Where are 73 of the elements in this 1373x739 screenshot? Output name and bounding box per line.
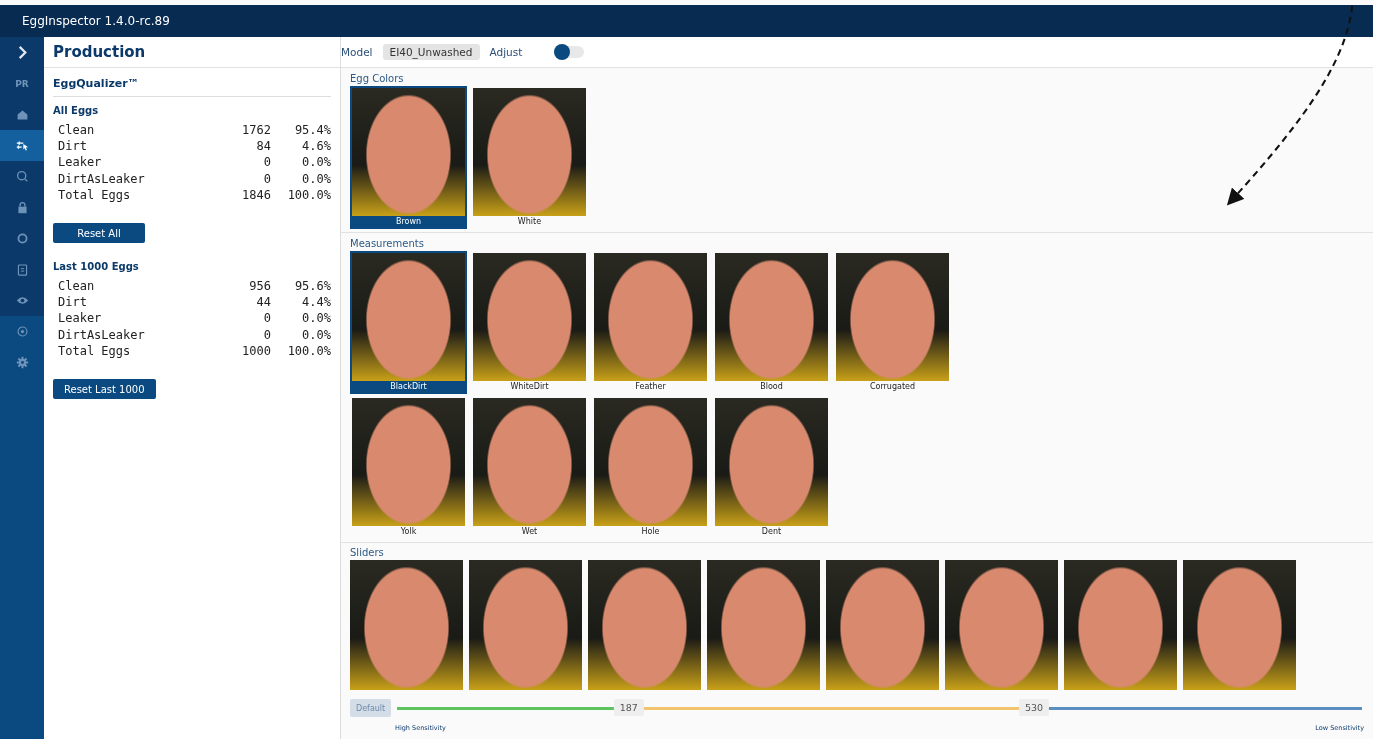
expand-nav-button[interactable] [0,37,44,68]
stat-count: 0 [262,326,271,343]
sliders-nav-button[interactable] [0,130,44,161]
egg-tile[interactable]: Blood [713,251,830,394]
egg-tile[interactable]: BlackDirt [350,251,467,394]
stat-label: Dirt [58,294,88,311]
sensitivity-slider[interactable]: 187 530 [397,698,1362,718]
home-nav-button[interactable] [0,99,44,130]
stat-label: Total Eggs [58,186,132,203]
stat-label: Dirt [58,138,88,155]
search-icon [15,170,29,183]
reset-button[interactable]: Reset All [53,223,145,243]
section-title: Measurements [350,238,425,249]
model-selector[interactable]: EI40_Unwashed [382,44,480,60]
stat-label: Total Eggs [58,342,132,360]
egg-tile[interactable]: Wet [471,396,588,539]
stat-label: Clean [58,278,96,295]
stat-percent: 0.0% [301,170,331,187]
stat-percent: 0.0% [301,326,331,343]
panel-subtitle: EggQualizer™ [53,68,331,97]
clipboard-icon [15,263,29,276]
stat-percent: 0.0% [301,310,331,327]
stat-percent: 4.4% [301,294,331,311]
egg-tile[interactable]: Feather [592,251,709,394]
reset-button[interactable]: Reset Last 1000 [53,379,156,400]
stat-count: 44 [255,294,271,311]
model-label: Model [341,46,373,58]
search-nav-button[interactable] [0,161,44,192]
stat-count: 1846 [241,186,271,203]
pr-nav-button[interactable]: PR [0,68,44,99]
stat-percent: 100.0% [286,342,331,360]
window-title: EggInspector 1.4.0-rc.89 [22,14,170,28]
stat-percent: 4.6% [301,138,331,155]
slider-thumb[interactable]: 530 [1018,699,1050,716]
group-title: Last 1000 Eggs [53,261,140,272]
stat-percent: 0.0% [301,154,331,171]
ring-icon [15,232,29,245]
egg-tile[interactable]: White [471,86,588,229]
egg-tile[interactable]: Brown [350,86,467,229]
lock-icon [15,201,29,214]
target-icon [15,325,29,338]
stat-label: DirtAsLeaker [58,170,146,187]
egg-tile[interactable]: Dent [713,396,830,539]
stat-percent: 100.0% [286,186,331,203]
slider-thumb[interactable]: 187 [613,699,644,716]
group-title: All Eggs [53,105,100,116]
section-title: Sliders [350,547,385,558]
stat-count: 0 [262,154,271,171]
stat-count: 0 [262,310,271,327]
eye-icon [15,294,29,307]
stat-percent: 95.6% [293,278,331,295]
stat-count: 1762 [241,122,271,139]
egg-tile[interactable]: Yolk [350,396,467,539]
stat-label: Clean [58,122,96,139]
section-title: Egg Colors [350,73,405,84]
settings-icon [15,356,29,369]
egg-tile[interactable]: Corrugated [834,251,951,394]
egg-tile[interactable]: Hole [592,396,709,539]
stat-count: 1000 [241,342,271,360]
stat-count: 0 [262,170,271,187]
stat-count: 956 [248,278,271,295]
eye-nav-button[interactable] [0,285,44,316]
page-title: Production [53,43,146,61]
home-icon [15,108,29,121]
adjust-toggle[interactable] [554,46,585,58]
stat-label: Leaker [58,154,103,171]
adjust-label: Adjust [489,46,523,58]
stat-count: 84 [255,138,271,155]
stat-label: Leaker [58,310,103,327]
egg-tile[interactable]: WhiteDirt [471,251,588,394]
cursor-sliders-icon [15,139,29,152]
stat-label: DirtAsLeaker [58,326,146,343]
stat-percent: 95.4% [293,122,331,139]
